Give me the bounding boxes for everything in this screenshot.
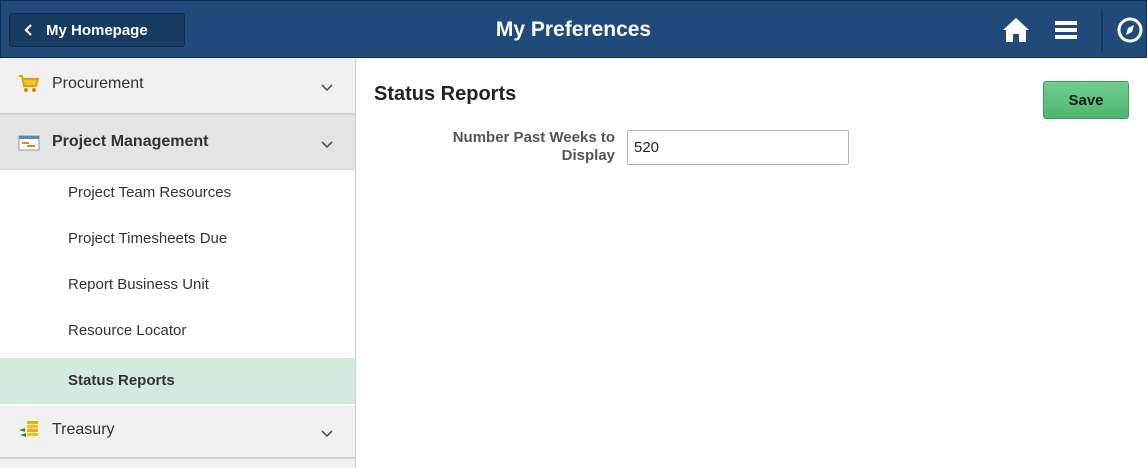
my-homepage-label: My Homepage <box>46 21 148 39</box>
project-icon <box>18 135 40 151</box>
my-homepage-button[interactable]: My Homepage <box>9 13 185 47</box>
sidebar: Procurement Project Management Project T… <box>0 58 356 468</box>
sidebar-item-status-reports[interactable]: Status Reports <box>0 358 355 404</box>
home-icon[interactable] <box>1001 15 1031 45</box>
weeks-field-label: Number Past Weeks to Display <box>452 129 615 164</box>
menu-icon[interactable] <box>1051 15 1081 45</box>
cart-icon <box>19 75 40 92</box>
chevron-left-icon <box>24 24 32 36</box>
sidebar-section-procurement[interactable]: Procurement <box>0 58 355 114</box>
sidebar-section-treasury[interactable]: Treasury <box>0 406 355 458</box>
save-button[interactable]: Save <box>1043 81 1129 119</box>
sidebar-section-label: Treasury <box>52 421 115 438</box>
sidebar-section-partial <box>0 458 355 468</box>
sidebar-section-project-management[interactable]: Project Management <box>0 114 355 170</box>
header-divider <box>1101 9 1103 53</box>
sidebar-item-report-business-unit[interactable]: Report Business Unit <box>0 262 355 308</box>
navigator-icon[interactable] <box>1115 15 1145 45</box>
header-bar: My Homepage My Preferences <box>0 0 1147 58</box>
content-title: Status Reports <box>374 83 517 105</box>
treasury-icon <box>19 421 38 437</box>
chevron-down-icon <box>321 84 333 92</box>
sidebar-item-project-team-resources[interactable]: Project Team Resources <box>0 170 355 216</box>
chevron-down-icon <box>321 430 333 438</box>
chevron-down-icon <box>321 141 333 149</box>
sidebar-item-resource-locator[interactable]: Resource Locator <box>0 308 355 354</box>
sidebar-section-label: Project Management <box>52 133 209 150</box>
sidebar-section-label: Procurement <box>52 75 144 92</box>
sidebar-item-project-timesheets-due[interactable]: Project Timesheets Due <box>0 216 355 262</box>
weeks-field-input[interactable] <box>627 130 849 165</box>
